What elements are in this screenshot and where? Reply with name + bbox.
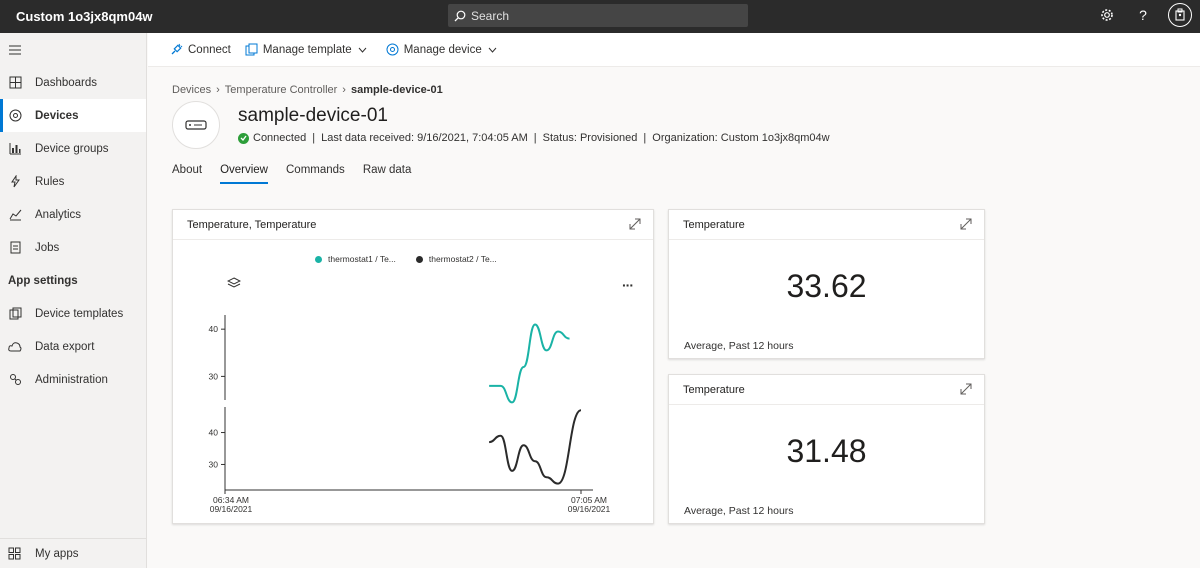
tab-overview[interactable]: Overview bbox=[220, 164, 268, 184]
devices-icon bbox=[8, 109, 22, 123]
kpi-footer: Average, Past 12 hours bbox=[684, 505, 794, 517]
my-apps-link[interactable]: My apps bbox=[0, 538, 147, 568]
template-icon bbox=[245, 43, 258, 56]
device-status-line: Connected | Last data received: 9/16/202… bbox=[238, 132, 830, 144]
settings-gear-icon[interactable] bbox=[1096, 4, 1118, 26]
manage-device-button[interactable]: Manage device bbox=[386, 43, 502, 56]
x-tick-label: 09/16/2021 bbox=[210, 504, 253, 514]
provision-status: Status: Provisioned bbox=[542, 132, 638, 144]
device-templates-icon bbox=[8, 307, 22, 321]
app-title[interactable]: Custom 1o3jx8qm04w bbox=[16, 9, 448, 24]
expand-icon[interactable] bbox=[960, 218, 972, 230]
separator: | bbox=[643, 132, 647, 144]
kpi-card-2: Temperature 31.48 Average, Past 12 hours bbox=[668, 374, 985, 524]
line-chart-card: Temperature, Temperature thermostat1 / T… bbox=[172, 209, 654, 524]
kpi-value: 31.48 bbox=[786, 433, 867, 469]
administration-icon bbox=[8, 373, 22, 387]
connection-status: Connected bbox=[253, 132, 307, 144]
kpi-footer: Average, Past 12 hours bbox=[684, 340, 794, 352]
sidebar-item-label: Analytics bbox=[35, 208, 82, 221]
breadcrumb-template[interactable]: Temperature Controller bbox=[225, 84, 338, 96]
my-apps-label: My apps bbox=[35, 547, 79, 560]
sidebar-item-label: Devices bbox=[35, 109, 79, 122]
kpi-card-header: Temperature bbox=[669, 210, 984, 240]
plug-icon bbox=[171, 43, 183, 55]
manage-template-button[interactable]: Manage template bbox=[245, 43, 372, 56]
search-input[interactable]: Search bbox=[448, 4, 748, 27]
help-icon[interactable]: ? bbox=[1132, 4, 1154, 26]
tab-raw-data[interactable]: Raw data bbox=[363, 164, 412, 184]
chevron-down-icon bbox=[488, 47, 497, 53]
sidebar-item-label: Administration bbox=[35, 373, 108, 386]
sidebar-item-jobs[interactable]: Jobs bbox=[0, 231, 146, 264]
line-chart: 3040304006:34 AM09/16/202107:05 AM09/16/… bbox=[209, 315, 611, 514]
kpi-card-header: Temperature bbox=[669, 375, 984, 405]
search-placeholder: Search bbox=[471, 8, 510, 23]
manage-template-label: Manage template bbox=[262, 43, 352, 56]
kpi-title: Temperature bbox=[683, 383, 745, 396]
sidebar-item-label: Device templates bbox=[35, 307, 124, 320]
expand-icon[interactable] bbox=[960, 383, 972, 395]
tab-commands[interactable]: Commands bbox=[286, 164, 345, 184]
sidebar-item-rules[interactable]: Rules bbox=[0, 165, 146, 198]
breadcrumb: Devices › Temperature Controller › sampl… bbox=[172, 84, 443, 96]
rules-icon bbox=[8, 175, 22, 189]
breadcrumb-devices[interactable]: Devices bbox=[172, 84, 211, 96]
device-title: sample-device-01 bbox=[238, 105, 388, 126]
tab-about[interactable]: About bbox=[172, 164, 202, 184]
command-bar: Connect Manage template Manage device bbox=[148, 33, 1200, 67]
sidebar-item-administration[interactable]: Administration bbox=[0, 363, 146, 396]
y-tick-label: 30 bbox=[209, 459, 219, 469]
breadcrumb-current: sample-device-01 bbox=[350, 84, 443, 96]
sidebar-item-label: Dashboards bbox=[35, 76, 98, 89]
sidebar-item-device-templates[interactable]: Device templates bbox=[0, 297, 146, 330]
analytics-icon bbox=[8, 208, 22, 222]
device-image bbox=[172, 101, 220, 149]
search-icon bbox=[454, 10, 466, 21]
x-tick-label: 09/16/2021 bbox=[568, 504, 611, 514]
apps-grid-icon bbox=[8, 547, 22, 561]
kpi-title: Temperature bbox=[683, 218, 745, 231]
sidebar-item-data-export[interactable]: Data export bbox=[0, 330, 146, 363]
kpi-card-1: Temperature 33.62 Average, Past 12 hours bbox=[668, 209, 985, 359]
last-data-received: Last data received: 9/16/2021, 7:04:05 A… bbox=[321, 132, 528, 144]
connect-label: Connect bbox=[188, 43, 231, 56]
chevron-right-icon: › bbox=[342, 84, 346, 96]
top-bar: Custom 1o3jx8qm04w Search ? bbox=[0, 0, 1200, 33]
sidebar-item-device-groups[interactable]: Device groups bbox=[0, 132, 146, 165]
jobs-icon bbox=[8, 241, 22, 255]
sidebar: Dashboards Devices Device groups Rules A… bbox=[0, 33, 147, 568]
sidebar-item-dashboards[interactable]: Dashboards bbox=[0, 66, 146, 99]
series-line-1 bbox=[489, 323, 570, 404]
sidebar-item-label: Rules bbox=[35, 175, 65, 188]
data-export-icon bbox=[8, 340, 22, 354]
y-tick-label: 40 bbox=[209, 428, 219, 438]
account-avatar-icon[interactable] bbox=[1168, 3, 1192, 27]
y-tick-label: 40 bbox=[209, 324, 219, 334]
chevron-right-icon: › bbox=[216, 84, 220, 96]
hamburger-menu-icon[interactable] bbox=[0, 33, 146, 66]
separator: | bbox=[533, 132, 537, 144]
sidebar-item-analytics[interactable]: Analytics bbox=[0, 198, 146, 231]
device-icon bbox=[185, 120, 207, 130]
organization: Organization: Custom 1o3jx8qm04w bbox=[652, 132, 830, 144]
device-icon bbox=[386, 43, 399, 56]
sidebar-item-devices[interactable]: Devices bbox=[0, 99, 146, 132]
sidebar-item-label: Data export bbox=[35, 340, 95, 353]
dashboard-icon bbox=[8, 76, 22, 90]
chevron-down-icon bbox=[358, 47, 367, 53]
device-tabs: About Overview Commands Raw data bbox=[172, 164, 429, 184]
y-tick-label: 30 bbox=[209, 371, 219, 381]
sidebar-item-label: Device groups bbox=[35, 142, 109, 155]
device-groups-icon bbox=[8, 142, 22, 156]
manage-device-label: Manage device bbox=[403, 43, 482, 56]
separator: | bbox=[312, 132, 316, 144]
check-circle-icon bbox=[238, 132, 249, 144]
sidebar-item-label: Jobs bbox=[35, 241, 60, 254]
kpi-value: 33.62 bbox=[786, 268, 867, 304]
connect-button[interactable]: Connect bbox=[170, 43, 231, 56]
series-line-2 bbox=[489, 409, 582, 485]
app-settings-heading: App settings bbox=[8, 274, 78, 287]
